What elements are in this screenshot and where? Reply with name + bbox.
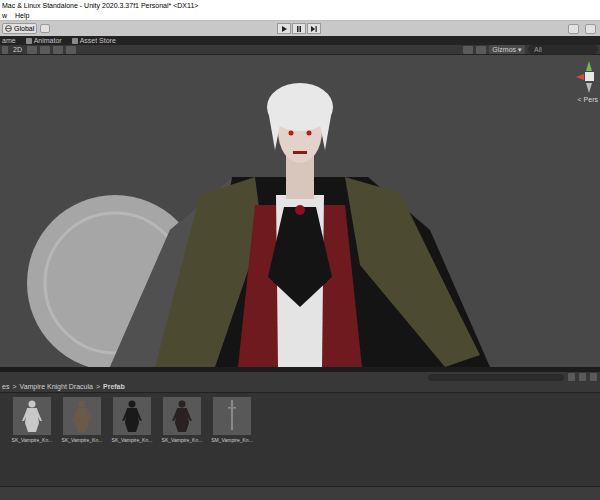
breadcrumb-item[interactable]: Vampire Knight Dracula	[20, 382, 93, 392]
sword-icon	[220, 399, 244, 433]
menu-bar: w Help	[0, 11, 600, 21]
asset-item[interactable]: SM_Vampire_Kn...	[208, 397, 256, 444]
axis-gizmo-icon	[572, 59, 598, 95]
asset-thumbnail	[163, 397, 201, 435]
menu-item[interactable]: Help	[15, 11, 29, 20]
asset-thumbnail	[13, 397, 51, 435]
editor-tab[interactable]: Asset Store	[72, 36, 116, 45]
scene-viewport[interactable]: < Pers	[0, 55, 600, 367]
unity-editor: Mac & Linux Standalone - Unity 2020.3.37…	[0, 0, 600, 500]
asset-item[interactable]: SK_Vampire_Kn...	[158, 397, 206, 444]
cloud-button[interactable]	[568, 24, 579, 34]
asset-label: SK_Vampire_Kn...	[62, 437, 103, 444]
character-model-icon	[0, 55, 600, 367]
pause-button[interactable]	[292, 23, 306, 34]
tab-bar: ame Animator Asset Store	[0, 36, 600, 45]
pause-icon	[296, 26, 302, 32]
model-icon	[120, 399, 144, 433]
model-icon	[70, 399, 94, 433]
play-controls	[277, 23, 321, 34]
model-icon	[170, 399, 194, 433]
editor-tab[interactable]: Animator	[26, 36, 62, 45]
favorite-button[interactable]	[590, 373, 597, 381]
asset-label: SK_Vampire_Kn...	[112, 437, 153, 444]
step-button[interactable]	[307, 23, 321, 34]
breadcrumb-item[interactable]: Prefab	[103, 382, 125, 392]
globe-icon	[5, 25, 12, 32]
tab-icon	[72, 38, 78, 44]
model-icon	[20, 399, 44, 433]
tools-button[interactable]	[463, 46, 473, 54]
lighting-button[interactable]	[27, 46, 37, 54]
main-toolbar: Global	[0, 21, 600, 36]
filter-label-button[interactable]	[579, 373, 586, 381]
orientation-gizmo[interactable]: < Pers	[572, 59, 598, 104]
shading-dropdown[interactable]	[2, 46, 8, 54]
step-icon	[311, 26, 317, 32]
title-bar: Mac & Linux Standalone - Unity 2020.3.37…	[0, 0, 600, 11]
audio-button[interactable]	[40, 46, 50, 54]
asset-label: SK_Vampire_Kn...	[12, 437, 53, 444]
menu-item[interactable]: w	[2, 11, 7, 20]
breadcrumb-separator: >	[96, 382, 100, 392]
play-button[interactable]	[277, 23, 291, 34]
effects-button[interactable]	[53, 46, 63, 54]
asset-label: SM_Vampire_Kn...	[211, 437, 253, 444]
asset-item[interactable]: SK_Vampire_Kn...	[8, 397, 56, 444]
gizmos-dropdown[interactable]: Gizmos ▾	[489, 45, 525, 54]
scene-toolbar: 2D Gizmos ▾All	[0, 45, 600, 55]
account-button[interactable]	[585, 24, 596, 34]
breadcrumb: es>Vampire Knight Dracula>Prefab	[0, 382, 600, 393]
asset-item[interactable]: SK_Vampire_Kn...	[108, 397, 156, 444]
editor-tab[interactable]: ame	[2, 36, 16, 45]
asset-label: SK_Vampire_Kn...	[162, 437, 203, 444]
play-icon	[281, 26, 287, 32]
project-toolbar	[0, 372, 600, 382]
asset-item[interactable]: SK_Vampire_Kn...	[58, 397, 106, 444]
camera-button[interactable]	[476, 46, 486, 54]
asset-thumbnail	[213, 397, 251, 435]
breadcrumb-separator: >	[12, 382, 16, 392]
project-search[interactable]	[428, 374, 564, 381]
asset-thumbnail	[63, 397, 101, 435]
grid-button[interactable]	[40, 24, 50, 33]
tab-icon	[26, 38, 32, 44]
asset-grid: SK_Vampire_Kn... SK_Vampire_Kn... SK_Vampi…	[0, 393, 600, 486]
asset-thumbnail	[113, 397, 151, 435]
projection-label[interactable]: < Pers	[578, 95, 598, 104]
breadcrumb-item[interactable]: es	[2, 382, 9, 392]
status-bar	[0, 486, 600, 500]
scene-search[interactable]: All	[528, 45, 598, 54]
pivot-button[interactable]: Global	[2, 23, 37, 34]
mode-2d-button[interactable]: 2D	[11, 45, 24, 54]
window-title: Mac & Linux Standalone - Unity 2020.3.37…	[2, 2, 198, 9]
filter-type-button[interactable]	[568, 373, 575, 381]
hidden-button[interactable]	[66, 46, 76, 54]
